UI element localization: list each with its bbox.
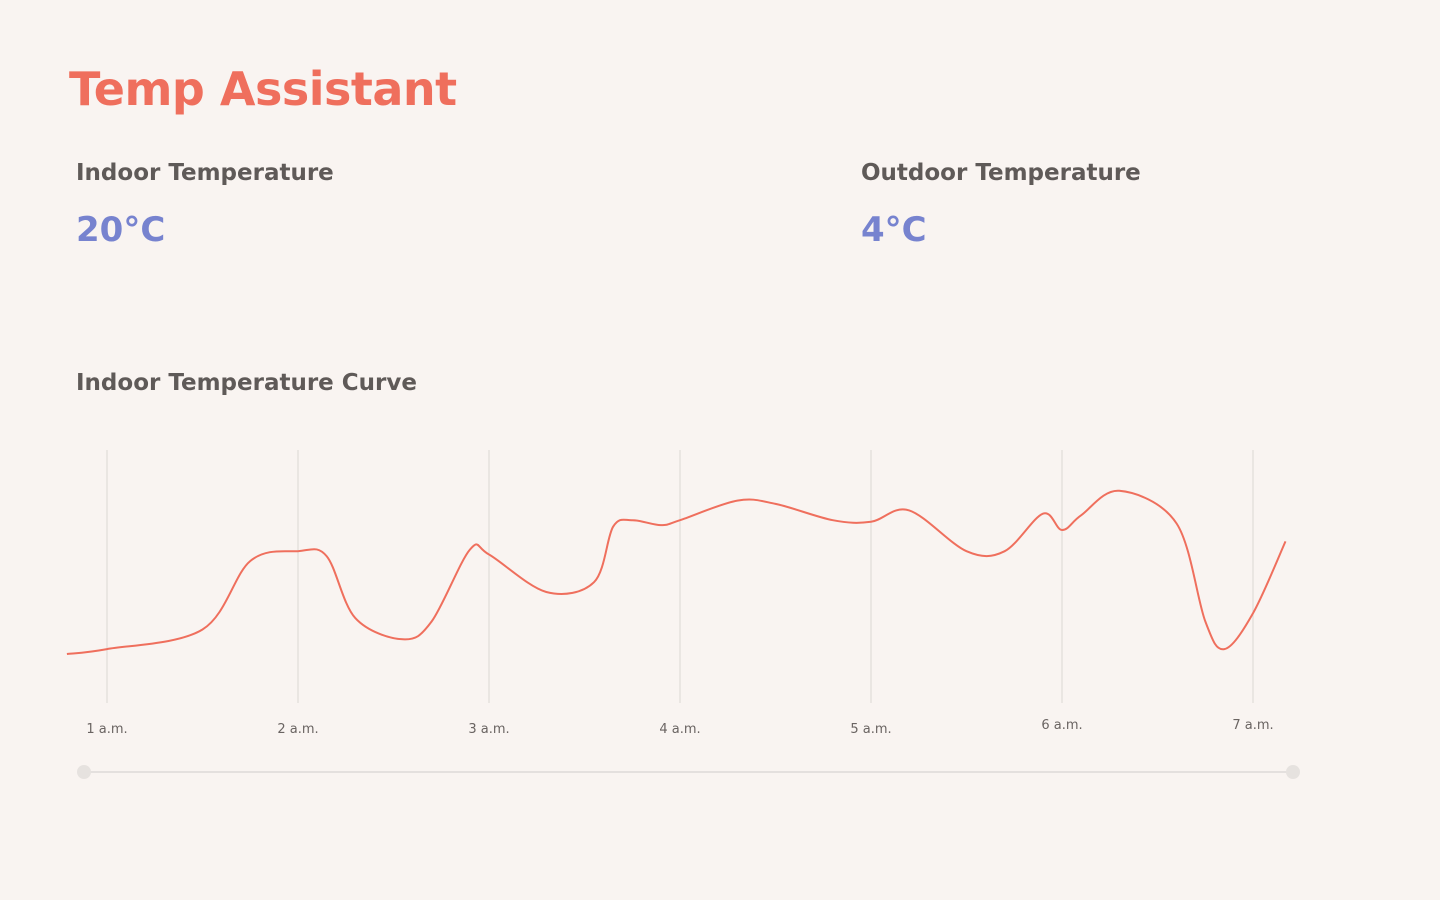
slider-handle-start[interactable] (77, 765, 91, 779)
x-tick-label: 1 a.m. (86, 722, 127, 737)
x-tick-label: 7 a.m. (1232, 718, 1273, 733)
time-range-slider[interactable] (77, 765, 1300, 779)
x-tick-label: 3 a.m. (468, 722, 509, 737)
temp-assistant-app: Temp Assistant Indoor Temperature 20°C O… (0, 0, 1440, 900)
chart-x-axis: 1 a.m. 2 a.m. 3 a.m. 4 a.m. 5 a.m. 6 a.m. 7 a.… (86, 718, 1273, 737)
x-tick-label: 2 a.m. (277, 722, 318, 737)
indoor-temperature-chart: 1 a.m. 2 a.m. 3 a.m. 4 a.m. 5 a.m. 6 a.m. 7 a.… (66, 450, 1300, 779)
chart-grid (106, 450, 1254, 703)
x-tick-label: 4 a.m. (659, 722, 700, 737)
temperature-series-line (66, 489, 1287, 655)
slider-handle-end[interactable] (1286, 765, 1300, 779)
x-tick-label: 5 a.m. (850, 722, 891, 737)
x-tick-label: 6 a.m. (1041, 718, 1082, 733)
